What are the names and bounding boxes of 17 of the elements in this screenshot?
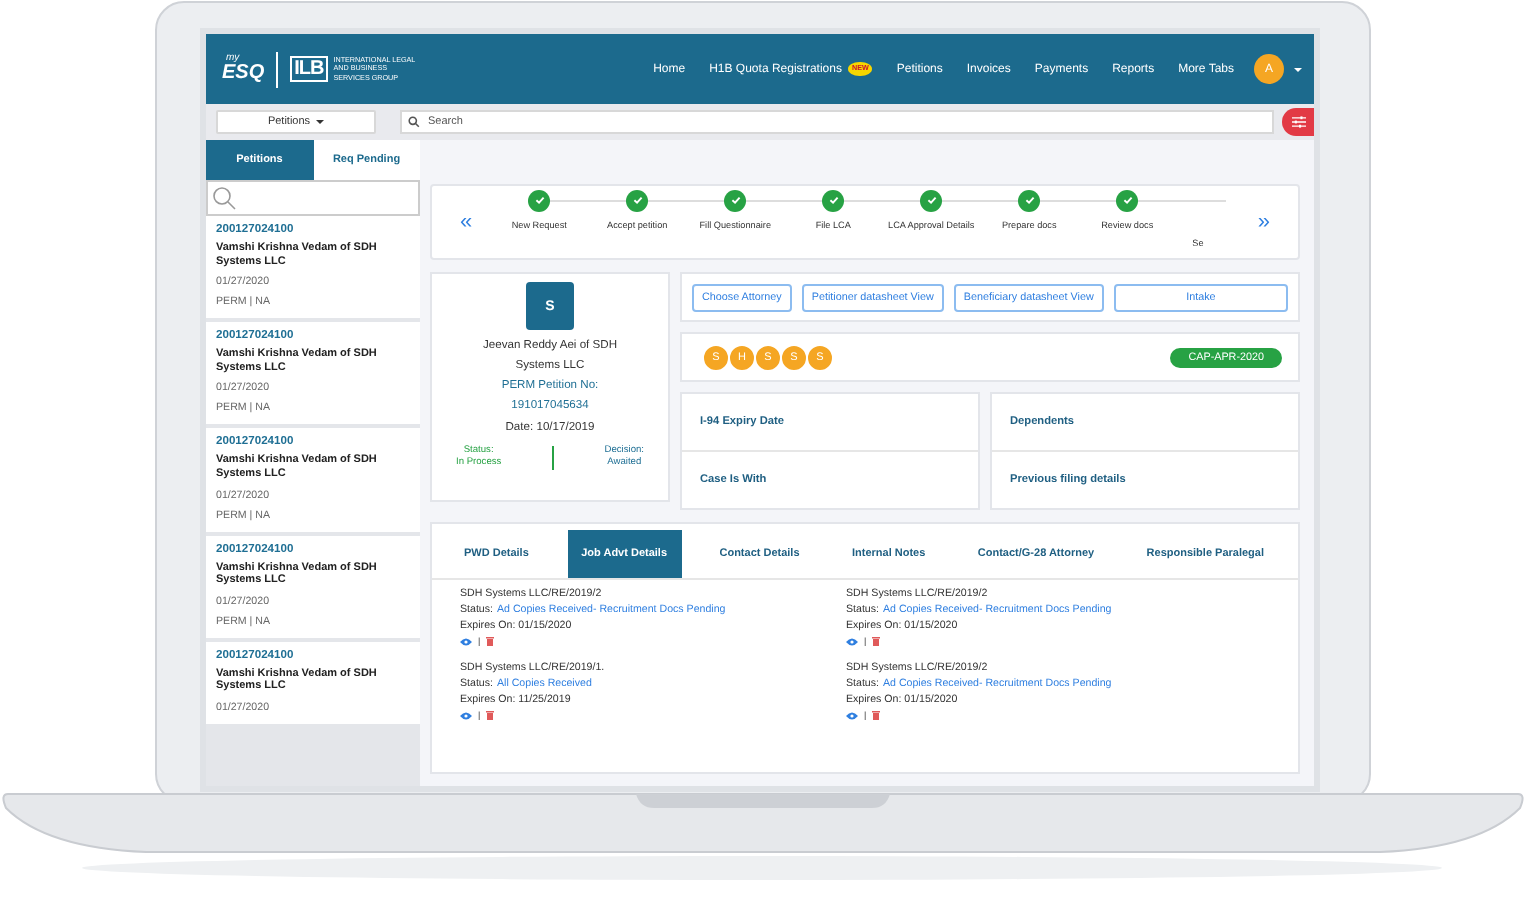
sliders-icon <box>1291 116 1305 128</box>
eye-icon[interactable] <box>846 637 858 645</box>
filter-button[interactable] <box>1282 108 1314 136</box>
previous-arrow[interactable]: « <box>460 211 473 233</box>
trash-icon[interactable] <box>486 636 495 646</box>
next-arrow[interactable]: » <box>1257 211 1270 233</box>
search-icon <box>408 116 420 128</box>
caret-icon[interactable] <box>1294 67 1302 71</box>
search-icon <box>212 186 236 210</box>
trash-icon[interactable] <box>872 710 881 720</box>
eye-icon[interactable] <box>846 711 858 719</box>
ilb-logo: ILB <box>290 56 328 82</box>
eye-icon[interactable] <box>460 637 472 645</box>
trash-icon[interactable] <box>872 636 881 646</box>
trash-icon[interactable] <box>486 710 495 720</box>
sidebar-search-field[interactable] <box>206 180 420 216</box>
eye-icon[interactable] <box>460 711 472 719</box>
